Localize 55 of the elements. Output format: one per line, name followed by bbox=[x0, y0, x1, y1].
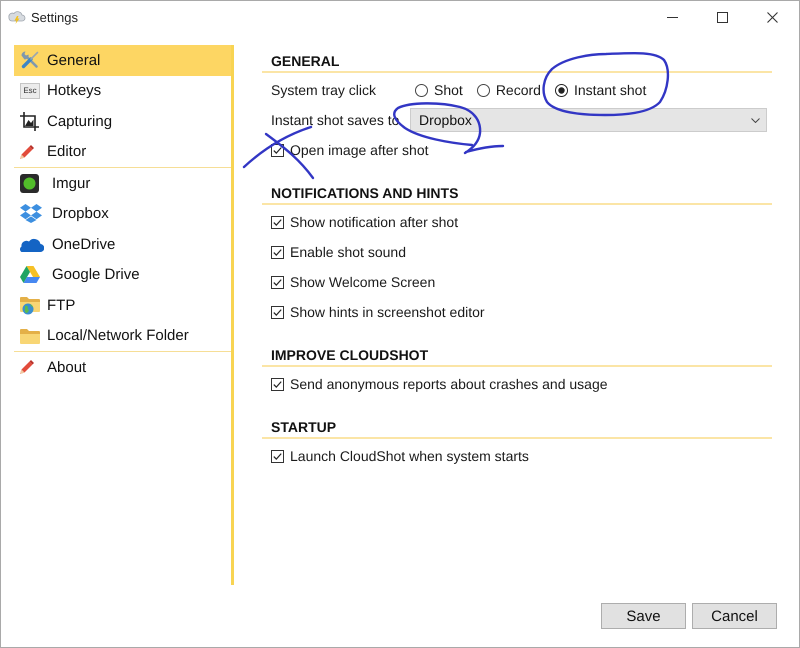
checkbox[interactable] bbox=[271, 276, 284, 288]
section-heading: GENERAL bbox=[262, 51, 772, 73]
radio-label[interactable]: Instant shot bbox=[574, 82, 646, 98]
section-heading: STARTUP bbox=[262, 417, 772, 439]
field-label: System tray click bbox=[271, 82, 378, 98]
folder-icon bbox=[20, 328, 40, 344]
sidebar-item[interactable]: OneDrive bbox=[14, 229, 231, 260]
section-heading: NOTIFICATIONS AND HINTS bbox=[262, 183, 772, 205]
checkbox-label[interactable]: Show hints in screenshot editor bbox=[290, 304, 485, 320]
sidebar-item[interactable]: Dropbox bbox=[14, 198, 231, 229]
checkbox[interactable] bbox=[271, 378, 284, 390]
close-icon[interactable] bbox=[766, 12, 778, 22]
maximize-icon[interactable] bbox=[716, 12, 728, 22]
window-title: Settings bbox=[31, 10, 78, 24]
dropdown[interactable]: Dropbox bbox=[410, 108, 767, 132]
section-heading: IMPROVE CLOUDSHOT bbox=[262, 345, 772, 367]
checkbox[interactable] bbox=[271, 306, 284, 318]
save-button[interactable]: Save bbox=[601, 603, 686, 629]
cancel-button[interactable]: Cancel bbox=[692, 603, 777, 629]
sidebar-item[interactable]: Local/Network Folder bbox=[14, 320, 231, 351]
crop-icon bbox=[20, 112, 39, 131]
checkbox-label[interactable]: Enable shot sound bbox=[290, 244, 406, 260]
radio-label[interactable]: Record bbox=[496, 82, 541, 98]
sidebar-item[interactable]: General bbox=[14, 45, 231, 76]
sidebar-item[interactable]: About bbox=[14, 352, 231, 382]
radio-button[interactable] bbox=[476, 84, 490, 96]
sidebar-item[interactable]: Capturing bbox=[14, 106, 231, 136]
caret-icon bbox=[751, 118, 760, 122]
sidebar-item[interactable]: Esc Hotkeys bbox=[14, 76, 231, 106]
sidebar-item[interactable]: Imgur bbox=[14, 168, 231, 198]
folder-globe-icon bbox=[20, 296, 40, 315]
triangle-icon bbox=[20, 266, 40, 284]
radio-label[interactable]: Shot bbox=[434, 82, 463, 98]
circle-tile-icon bbox=[20, 174, 39, 193]
checkbox[interactable] bbox=[271, 216, 284, 228]
checkbox-label[interactable]: Send anonymous reports about crashes and usage bbox=[290, 376, 608, 392]
tools-icon bbox=[20, 50, 40, 70]
key-icon: Esc bbox=[20, 82, 40, 99]
checkbox[interactable] bbox=[271, 246, 284, 258]
sidebar-item[interactable]: Editor bbox=[14, 136, 231, 167]
checkbox-label[interactable]: Show notification after shot bbox=[290, 214, 458, 230]
radio-button[interactable] bbox=[554, 84, 568, 96]
checkbox[interactable] bbox=[271, 450, 284, 462]
sidebar-item[interactable]: Google Drive bbox=[14, 260, 231, 290]
checkbox-label[interactable]: Show Welcome Screen bbox=[290, 274, 436, 290]
radio-button[interactable] bbox=[415, 84, 428, 96]
cloud-bolt-icon bbox=[8, 10, 26, 24]
checkbox-label[interactable]: Open image after shot bbox=[290, 142, 429, 158]
sidebar-item[interactable]: FTP bbox=[14, 290, 231, 320]
pencil-icon bbox=[20, 360, 34, 374]
pencil-icon bbox=[20, 144, 34, 159]
minimize-icon[interactable] bbox=[666, 16, 678, 18]
checkbox-label[interactable]: Launch CloudShot when system starts bbox=[290, 448, 529, 464]
cloud-icon bbox=[20, 236, 44, 252]
box-icon bbox=[20, 204, 42, 224]
